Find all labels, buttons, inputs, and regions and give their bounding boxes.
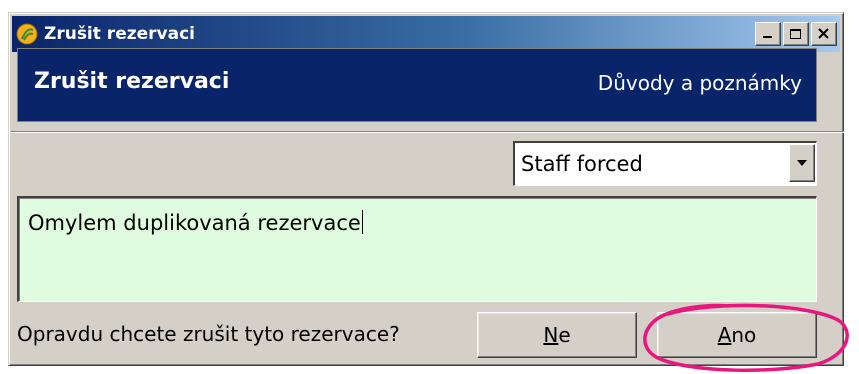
minimize-button[interactable] — [755, 22, 781, 46]
app-icon — [16, 23, 38, 45]
yes-button-label: no — [731, 323, 757, 347]
divider — [11, 131, 844, 133]
window-title: Zrušit rezervaci — [44, 24, 195, 44]
header-subtitle: Důvody a poznámky — [597, 71, 802, 95]
yes-button[interactable]: Ano — [657, 312, 817, 358]
note-text: Omylem duplikovaná rezervace — [28, 210, 363, 235]
title-bar[interactable]: Zrušit rezervaci — [12, 16, 840, 52]
note-textarea[interactable]: Omylem duplikovaná rezervace — [17, 196, 817, 302]
confirm-question: Opravdu chcete zrušit tyto rezervace? — [17, 322, 400, 346]
window-controls — [753, 22, 837, 46]
reason-select-value: Staff forced — [521, 152, 643, 176]
minimize-icon — [763, 36, 772, 38]
no-button-mnemonic: N — [543, 323, 559, 347]
no-button-label: e — [558, 323, 571, 347]
header-banner: Zrušit rezervaci Důvody a poznámky — [17, 48, 817, 122]
text-caret — [361, 210, 363, 234]
close-icon — [818, 28, 829, 39]
yes-button-mnemonic: A — [717, 323, 732, 347]
close-button[interactable] — [811, 22, 837, 46]
header-title: Zrušit rezervaci — [34, 69, 230, 94]
dropdown-arrow-icon — [797, 160, 807, 166]
no-button[interactable]: Ne — [477, 312, 637, 358]
maximize-icon — [790, 29, 801, 39]
reason-select[interactable]: Staff forced — [513, 141, 817, 186]
maximize-button[interactable] — [783, 22, 809, 46]
reason-select-button[interactable] — [789, 144, 815, 182]
